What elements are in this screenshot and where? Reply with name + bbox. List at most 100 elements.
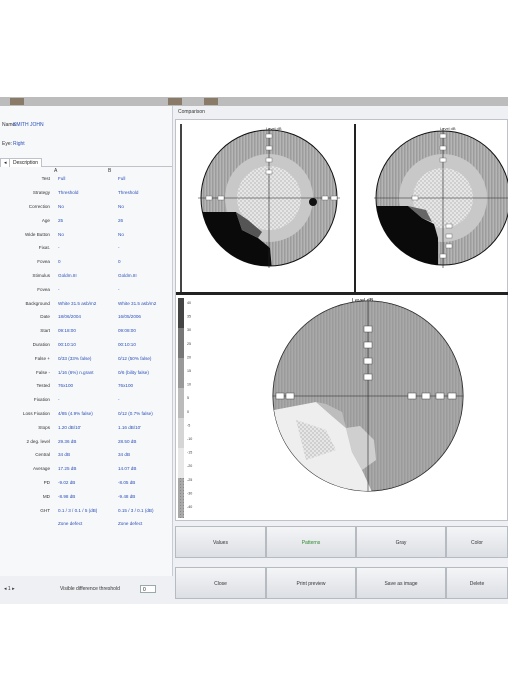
color-button[interactable]: Color xyxy=(446,526,508,558)
chart-top-right-title: Level dB xyxy=(440,126,456,131)
patterns-button[interactable]: Patterns xyxy=(266,526,356,558)
table-row: Fixation - - xyxy=(0,393,168,407)
table-row: Age 25 26 xyxy=(0,213,168,227)
scale-label: 5 xyxy=(187,396,189,400)
row-key: False - xyxy=(35,369,50,375)
row-value-a: Zone defect xyxy=(58,521,83,527)
row-value-b: Zone defect xyxy=(118,521,143,527)
row-key: Date xyxy=(40,314,50,320)
scale-label: 40 xyxy=(187,301,191,305)
table-row: Fovea 0 0 xyxy=(0,255,168,269)
row-key: Fixation xyxy=(33,397,50,403)
eye-value: Right xyxy=(13,141,25,147)
row-value-b: -9.48 dB xyxy=(118,493,136,499)
row-value-a: 0 xyxy=(58,259,61,265)
row-value-b: - xyxy=(118,397,120,403)
row-value-b: 14.07 dB xyxy=(118,466,137,472)
table-row: False - 1/16 (6%) n.grant 0/6 (bility fals… xyxy=(0,365,168,379)
row-key: Background xyxy=(25,300,50,306)
save-as-image-button[interactable]: Save as image xyxy=(356,567,446,599)
eye-label: Eye: xyxy=(2,141,13,147)
scale-label: 35 xyxy=(187,315,191,319)
row-key: Age xyxy=(41,217,50,223)
row-value-b: - xyxy=(118,286,120,292)
row-value-b: White 31.5 asb/m2 xyxy=(118,300,157,306)
row-value-b: 26 xyxy=(118,217,124,223)
row-value-a: -8.98 dB xyxy=(58,493,76,499)
tab-description[interactable]: Description xyxy=(9,158,43,167)
threshold-stepper[interactable]: 0 xyxy=(140,585,156,593)
scale-label: 15 xyxy=(187,369,191,373)
table-row: 2 deg. level 29.36 dB 28.50 dB xyxy=(0,434,168,448)
print-preview-button[interactable]: Print preview xyxy=(266,567,356,599)
values-button[interactable]: Values xyxy=(175,526,266,558)
thumbnail-icon[interactable] xyxy=(204,98,218,105)
row-key: MD xyxy=(42,493,50,499)
main-window: Name: SMITH JOHN Eye: Right ◂ Descriptio… xyxy=(0,97,508,604)
row-value-a: 0.1 / 3 / 0.1 / 5 (dB) xyxy=(58,507,98,513)
table-row: Stimulus Goldm.III Goldm.III xyxy=(0,269,168,283)
table-row: Average 17.25 dB 14.07 dB xyxy=(0,462,168,476)
row-key: False + xyxy=(34,355,50,361)
row-value-a: No xyxy=(58,231,64,237)
row-value-b: Threshold xyxy=(118,190,139,196)
row-value-a: 34 dB xyxy=(58,452,71,458)
row-key: Fovea xyxy=(37,286,50,292)
page-nav[interactable]: ◂ 1 ▸ xyxy=(4,586,15,592)
horizontal-divider xyxy=(176,292,508,295)
table-row: Central 34 dB 34 dB xyxy=(0,448,168,462)
row-value-a: - xyxy=(58,286,60,292)
scale-label: -25 xyxy=(187,478,192,482)
row-key: Duration xyxy=(32,341,50,347)
scale-label: -20 xyxy=(187,464,192,468)
scale-label: -10 xyxy=(187,437,192,441)
table-row: Date 18/06/2004 16/05/2006 xyxy=(0,310,168,324)
row-value-b: 0 xyxy=(118,259,121,265)
row-value-a: 17.25 dB xyxy=(58,466,77,472)
action-buttons: Close Print preview Save as image Delete xyxy=(175,567,508,599)
row-value-b: 0/12 (50% false) xyxy=(118,355,152,361)
close-button[interactable]: Close xyxy=(175,567,266,599)
row-value-a: White 31.5 asb/m2 xyxy=(58,300,97,306)
table-row: Correction No No xyxy=(0,200,168,214)
window-title-strip xyxy=(0,97,508,106)
row-value-a: Full xyxy=(58,176,66,182)
scale-label: 0 xyxy=(187,410,189,414)
row-key: Wide Button xyxy=(24,231,50,237)
row-value-a: 29.36 dB xyxy=(58,438,77,444)
row-value-a: - xyxy=(58,397,60,403)
row-key: Test xyxy=(41,176,50,182)
comparison-title: Comparison xyxy=(178,109,205,115)
scale-label: -40 xyxy=(187,505,192,509)
row-value-b: 0/6 (bility false) xyxy=(118,369,149,375)
thumbnail-icon[interactable] xyxy=(168,98,182,105)
table-row: Fovea - - xyxy=(0,282,168,296)
scale-label: 30 xyxy=(187,328,191,332)
table-row: GHT 0.1 / 3 / 0.1 / 5 (dB) 0.15 / 3 / 0.1 … xyxy=(0,503,168,517)
row-key: Tested xyxy=(36,383,50,389)
vertical-divider xyxy=(354,124,356,292)
threshold-label: Visible difference threshold xyxy=(60,586,120,592)
gray-scale-legend: 40 35 30 25 20 15 10 5 0 -5 -10 -15 -20 -25 -30 -40 xyxy=(178,298,192,518)
row-value-b: 0.15 / 3 / 0.1 (dB) xyxy=(118,507,154,513)
display-mode-buttons: Values Patterns Gray Color xyxy=(175,526,508,558)
table-row: Wide Button No No xyxy=(0,227,168,241)
gray-button[interactable]: Gray xyxy=(356,526,446,558)
scale-label: -15 xyxy=(187,451,192,455)
row-value-a: 25 xyxy=(58,217,64,223)
row-value-b: - xyxy=(118,245,120,251)
row-value-b: No xyxy=(118,231,124,237)
row-value-b: 1.16 dB/10' xyxy=(118,424,142,430)
row-key: Central xyxy=(35,452,50,458)
row-value-b: 76x100 xyxy=(118,383,134,389)
row-key: Average xyxy=(32,466,50,472)
thumbnail-icon[interactable] xyxy=(10,98,24,105)
description-table: Test Full Full Strategy Threshold Threshold Co… xyxy=(0,172,168,531)
row-value-b: -8.05 dB xyxy=(118,479,136,485)
scale-label: -5 xyxy=(187,423,190,427)
delete-button[interactable]: Delete xyxy=(446,567,508,599)
tab-bar: ◂ Description xyxy=(0,158,172,167)
name-value: SMITH JOHN xyxy=(13,122,44,128)
left-footer: ◂ 1 ▸ Visible difference threshold 0 xyxy=(0,577,172,601)
row-value-a: 1.20 dB/10' xyxy=(58,424,82,430)
